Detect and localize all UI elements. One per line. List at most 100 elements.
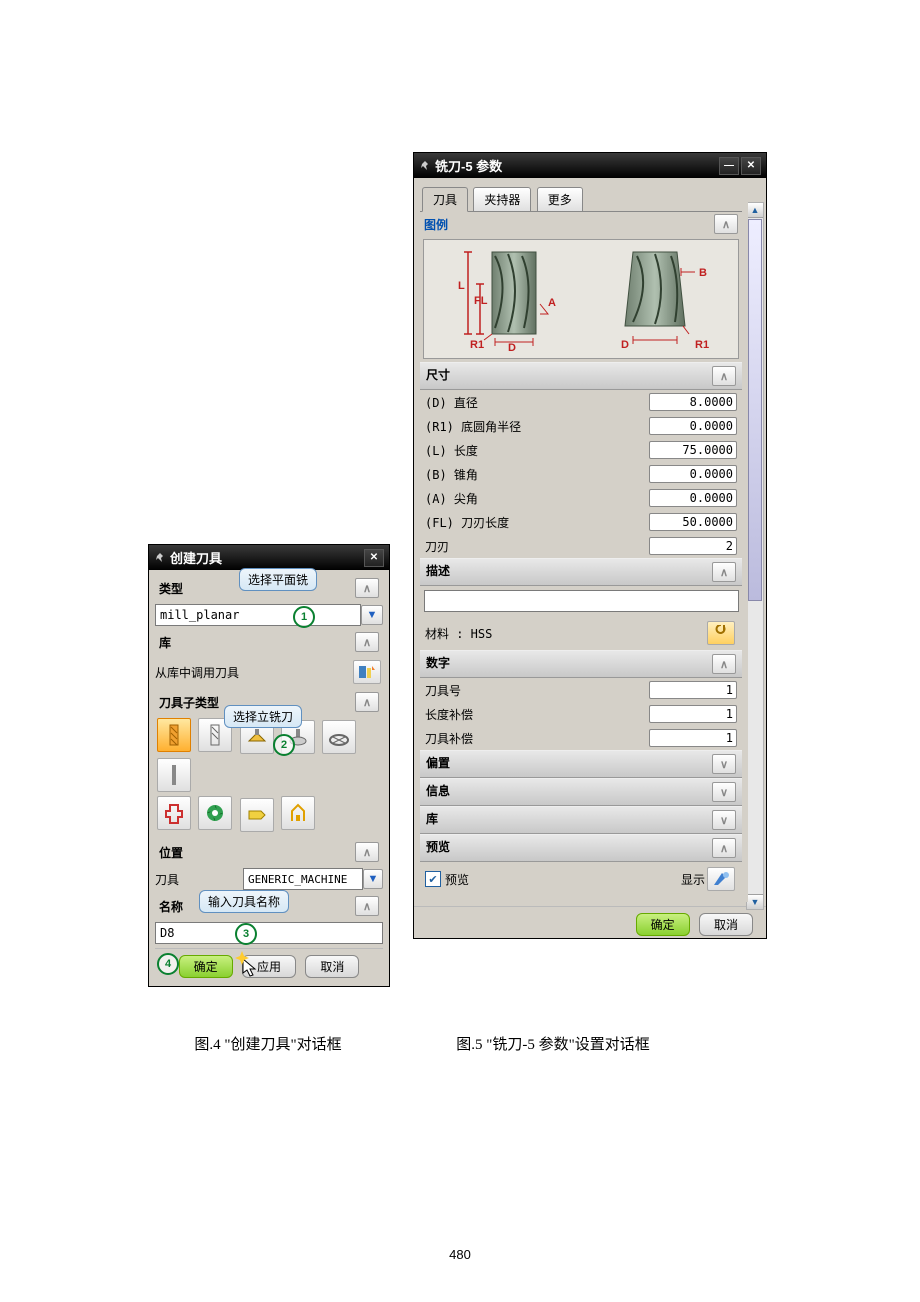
offset-header: 偏置 bbox=[426, 754, 450, 774]
tool-type-9[interactable] bbox=[240, 798, 274, 832]
expand-info[interactable]: ∨ bbox=[712, 782, 736, 802]
page-number: 480 bbox=[0, 1247, 920, 1262]
scroll-thumb[interactable] bbox=[748, 219, 762, 601]
r1-label: (R1) 底圆角半径 bbox=[425, 418, 649, 435]
caption-right: 图.5 "铣刀-5 参数"设置对话框 bbox=[413, 1033, 693, 1054]
desc-input[interactable] bbox=[424, 590, 739, 612]
tab-tool[interactable]: 刀具 bbox=[422, 187, 468, 212]
pos-dropdown[interactable]: ▼ bbox=[363, 869, 383, 889]
collapse-lib[interactable]: ∧ bbox=[355, 632, 379, 652]
svg-text:L: L bbox=[458, 280, 465, 292]
tool-type-7[interactable] bbox=[157, 796, 191, 830]
svg-text:R1: R1 bbox=[695, 339, 709, 351]
collapse-legend[interactable]: ∧ bbox=[714, 214, 738, 234]
scrollbar[interactable]: ▲ ▼ bbox=[746, 202, 764, 910]
scroll-down[interactable]: ▼ bbox=[747, 894, 763, 909]
edges-input[interactable] bbox=[649, 537, 737, 555]
tool-type-5[interactable] bbox=[322, 720, 356, 754]
cancel-button[interactable]: 取消 bbox=[305, 955, 359, 978]
lencomp-input[interactable] bbox=[649, 705, 737, 723]
collapse-preview[interactable]: ∧ bbox=[712, 838, 736, 858]
titlebar: 铣刀-5 参数 — ✕ bbox=[414, 153, 766, 178]
tool-type-8[interactable] bbox=[198, 796, 232, 830]
preview-header: 预览 bbox=[426, 838, 450, 858]
pos-select[interactable] bbox=[243, 868, 363, 890]
marker-3: 3 bbox=[235, 923, 257, 945]
toolno-input[interactable] bbox=[649, 681, 737, 699]
marker-4: 4 bbox=[157, 953, 179, 975]
toolno-label: 刀具号 bbox=[425, 682, 649, 699]
callout-3: 输入刀具名称 bbox=[199, 890, 289, 913]
collapse-subtype[interactable]: ∧ bbox=[355, 692, 379, 712]
lib-header: 库 bbox=[426, 810, 438, 830]
fl-label: (FL) 刀刃长度 bbox=[425, 514, 649, 531]
type-select[interactable] bbox=[155, 604, 361, 626]
b-label: (B) 锥角 bbox=[425, 466, 649, 483]
lib-action-label: 从库中调用刀具 bbox=[155, 664, 351, 681]
tab-holder[interactable]: 夹持器 bbox=[473, 187, 531, 212]
marker-1: 1 bbox=[293, 606, 315, 628]
tool-type-endmill[interactable] bbox=[157, 718, 191, 752]
tab-more[interactable]: 更多 bbox=[537, 187, 583, 212]
dialog-title: 铣刀-5 参数 bbox=[435, 156, 502, 175]
section-pos-label: 位置 bbox=[159, 844, 183, 861]
desc-header: 描述 bbox=[426, 562, 450, 582]
svg-text:D: D bbox=[508, 342, 516, 354]
collapse-desc[interactable]: ∧ bbox=[712, 562, 736, 582]
toolcomp-input[interactable] bbox=[649, 729, 737, 747]
fl-input[interactable] bbox=[649, 513, 737, 531]
expand-lib[interactable]: ∨ bbox=[712, 810, 736, 830]
l-input[interactable] bbox=[649, 441, 737, 459]
preview-checkbox[interactable]: ✔ 预览 bbox=[425, 871, 681, 888]
tool-type-10[interactable] bbox=[281, 796, 315, 830]
material-label: 材料 : HSS bbox=[425, 625, 705, 642]
tool-params-dialog: 铣刀-5 参数 — ✕ ▲ ▼ 刀具 夹持器 更多 图例 ∧ bbox=[413, 152, 767, 939]
ok-button[interactable]: 确定 bbox=[179, 955, 233, 978]
section-subtype-label: 刀具子类型 bbox=[159, 694, 219, 711]
cancel-button[interactable]: 取消 bbox=[699, 913, 753, 936]
svg-text:B: B bbox=[699, 267, 707, 279]
collapse-num[interactable]: ∧ bbox=[712, 654, 736, 674]
close-button[interactable]: ✕ bbox=[741, 157, 761, 175]
scroll-up[interactable]: ▲ bbox=[747, 203, 763, 218]
expand-offset[interactable]: ∨ bbox=[712, 754, 736, 774]
a-input[interactable] bbox=[649, 489, 737, 507]
section-type-label: 类型 bbox=[159, 580, 183, 597]
num-header: 数字 bbox=[426, 654, 450, 674]
retrieve-tool-icon[interactable] bbox=[353, 660, 381, 684]
r1-input[interactable] bbox=[649, 417, 737, 435]
callout-2: 选择立铣刀 bbox=[224, 705, 302, 728]
dialog-title: 创建刀具 bbox=[170, 548, 222, 567]
minimize-button[interactable]: — bbox=[719, 157, 739, 175]
titlebar: 创建刀具 ✕ bbox=[149, 545, 389, 570]
svg-text:A: A bbox=[548, 297, 556, 309]
pin-icon bbox=[154, 552, 166, 564]
a-label: (A) 尖角 bbox=[425, 490, 649, 507]
collapse-pos[interactable]: ∧ bbox=[355, 842, 379, 862]
tool-pos-label: 刀具 bbox=[155, 871, 243, 888]
b-input[interactable] bbox=[649, 465, 737, 483]
tool-type-6[interactable] bbox=[157, 758, 191, 792]
svg-text:R1: R1 bbox=[470, 339, 484, 351]
d-label: (D) 直径 bbox=[425, 394, 649, 411]
collapse-type[interactable]: ∧ bbox=[355, 578, 379, 598]
caption-left: 图.4 "创建刀具"对话框 bbox=[148, 1033, 388, 1054]
collapse-name[interactable]: ∧ bbox=[355, 896, 379, 916]
toolcomp-label: 刀具补偿 bbox=[425, 730, 649, 747]
d-input[interactable] bbox=[649, 393, 737, 411]
lencomp-label: 长度补偿 bbox=[425, 706, 649, 723]
close-button[interactable]: ✕ bbox=[364, 549, 384, 567]
material-edit-icon[interactable] bbox=[707, 621, 735, 645]
collapse-size[interactable]: ∧ bbox=[712, 366, 736, 386]
section-name-label: 名称 bbox=[159, 898, 183, 915]
name-input[interactable] bbox=[155, 922, 383, 944]
cursor-icon bbox=[241, 957, 259, 979]
ok-button[interactable]: 确定 bbox=[636, 913, 690, 936]
info-header: 信息 bbox=[426, 782, 450, 802]
display-icon[interactable] bbox=[707, 867, 735, 891]
type-dropdown[interactable]: ▼ bbox=[361, 605, 383, 625]
create-tool-dialog: 创建刀具 ✕ 类型 ∧ 选择平面铣 ▼ 1 库 ∧ 从库中调用刀具 bbox=[148, 544, 390, 987]
svg-text:FL: FL bbox=[474, 295, 488, 307]
edges-label: 刀刃 bbox=[425, 538, 649, 555]
size-header: 尺寸 bbox=[426, 366, 450, 386]
